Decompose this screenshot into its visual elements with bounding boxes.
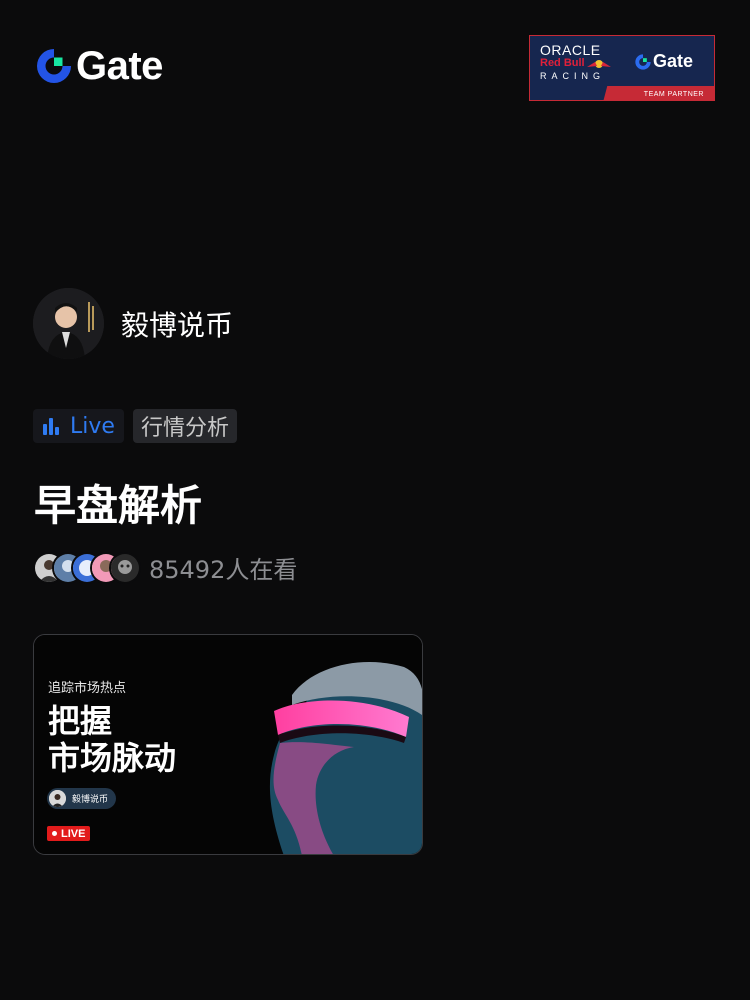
gate-logo-icon <box>635 53 651 70</box>
card-host-chip: 毅博说币 <box>47 788 117 809</box>
team-partner-banner: ORACLE Red Bull RACING Gate TEAM PARTNER <box>529 35 715 101</box>
avatar-image <box>33 288 104 359</box>
bar-chart-icon <box>43 418 59 435</box>
live-badge-label: LIVE <box>61 827 86 840</box>
logo-text: Gate <box>76 44 163 88</box>
live-dot-icon <box>52 831 57 836</box>
host-name[interactable]: 毅博说币 <box>121 304 233 344</box>
viewer-avatar <box>109 551 141 584</box>
oracle-text: ORACLE <box>540 42 601 58</box>
chip-avatar <box>49 790 66 807</box>
racing-text: RACING <box>540 71 606 81</box>
live-tag: Live <box>33 409 124 443</box>
card-subtitle: 追踪市场热点 <box>48 681 127 696</box>
host-profile[interactable]: 毅博说币 <box>33 288 233 359</box>
live-tag-label: Live <box>70 413 115 439</box>
chip-host-name: 毅博说币 <box>72 795 109 805</box>
gate-logo-icon <box>37 49 71 83</box>
partner-gate-logo: Gate <box>634 51 693 72</box>
live-badge: LIVE <box>47 826 91 841</box>
viewer-info: 85492人在看 <box>33 550 297 585</box>
stream-title: 早盘解析 <box>34 481 203 530</box>
viewer-count: 85492人在看 <box>149 556 298 584</box>
bulls-icon <box>587 60 611 68</box>
category-tag-label: 行情分析 <box>140 416 229 441</box>
card-headline-line-1: 把握 <box>48 702 113 740</box>
redbull-text: Red Bull <box>540 57 585 69</box>
partner-gate-text: Gate <box>653 51 694 71</box>
host-avatar[interactable] <box>33 288 104 359</box>
gate-logo[interactable]: Gate <box>34 46 163 86</box>
category-tag[interactable]: 行情分析 <box>132 409 237 443</box>
viewer-avatars <box>33 551 141 584</box>
card-headline-line-2: 市场脉动 <box>48 739 177 777</box>
card-headline: 把握 市场脉动 <box>48 703 176 777</box>
team-partner-label: TEAM PARTNER <box>643 91 704 98</box>
stream-cover-card[interactable]: 追踪市场热点 把握 市场脉动 毅博说币 LIVE <box>33 634 423 855</box>
stream-tags: Live 行情分析 <box>33 409 237 443</box>
